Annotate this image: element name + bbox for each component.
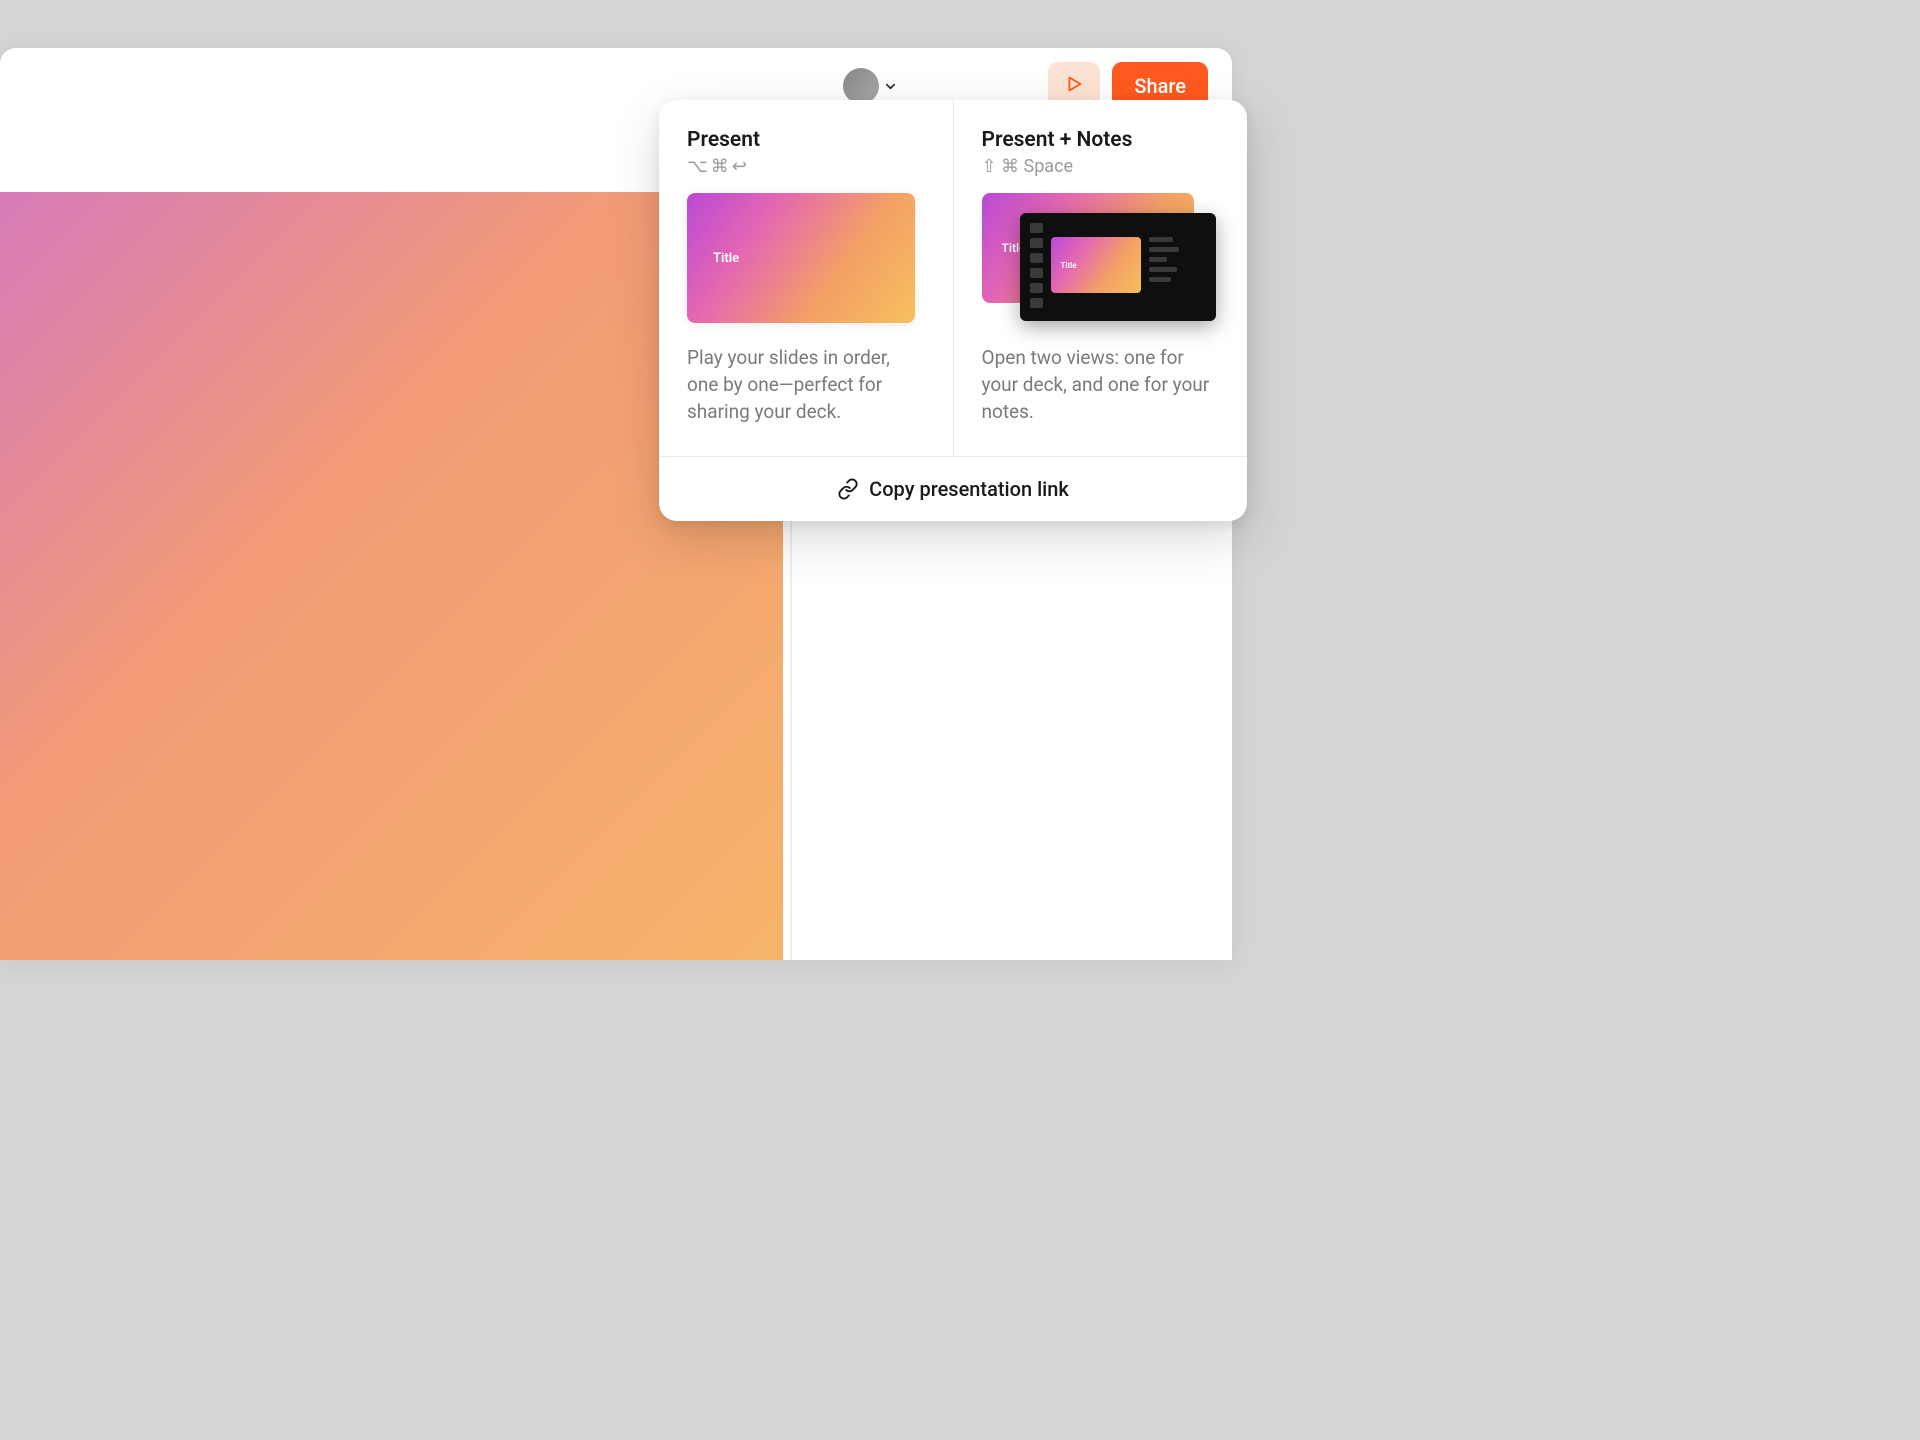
option-present-desc: Play your slides in order, one by one—pe… <box>687 345 925 426</box>
option-present-notes[interactable]: Present + Notes ⇧ ⌘ Space Title <box>953 100 1248 456</box>
preview-slide-title: Title <box>713 251 739 266</box>
option-present-title: Present <box>687 128 925 152</box>
play-icon <box>1063 73 1085 99</box>
share-button-label: Share <box>1134 74 1186 98</box>
chevron-down-icon <box>885 81 896 92</box>
copy-presentation-link[interactable]: Copy presentation link <box>659 456 1247 521</box>
option-present[interactable]: Present ⌥⌘↩ Title Play your slides in or… <box>659 100 953 456</box>
option-present-notes-shortcut: ⇧ ⌘ Space <box>982 156 1220 177</box>
notes-main-slide-title: Title <box>1061 261 1077 270</box>
notes-text-lines <box>1149 237 1179 311</box>
notes-thumbnails <box>1030 223 1043 311</box>
option-present-notes-preview: Title Title <box>982 193 1220 323</box>
present-dropdown: Present ⌥⌘↩ Title Play your slides in or… <box>659 100 1247 521</box>
option-present-shortcut: ⌥⌘↩ <box>687 156 925 177</box>
notes-main-slide: Title <box>1051 237 1141 293</box>
preview-notes-window: Title <box>1020 213 1216 321</box>
avatar <box>843 68 879 104</box>
option-present-notes-desc: Open two views: one for your deck, and o… <box>982 345 1220 426</box>
link-icon <box>837 478 859 500</box>
preview-slide-thumb: Title <box>687 193 915 323</box>
option-present-preview: Title <box>687 193 925 323</box>
account-menu[interactable] <box>843 68 896 104</box>
copy-link-label: Copy presentation link <box>869 477 1069 501</box>
option-present-notes-title: Present + Notes <box>982 128 1220 152</box>
present-options-row: Present ⌥⌘↩ Title Play your slides in or… <box>659 100 1247 456</box>
